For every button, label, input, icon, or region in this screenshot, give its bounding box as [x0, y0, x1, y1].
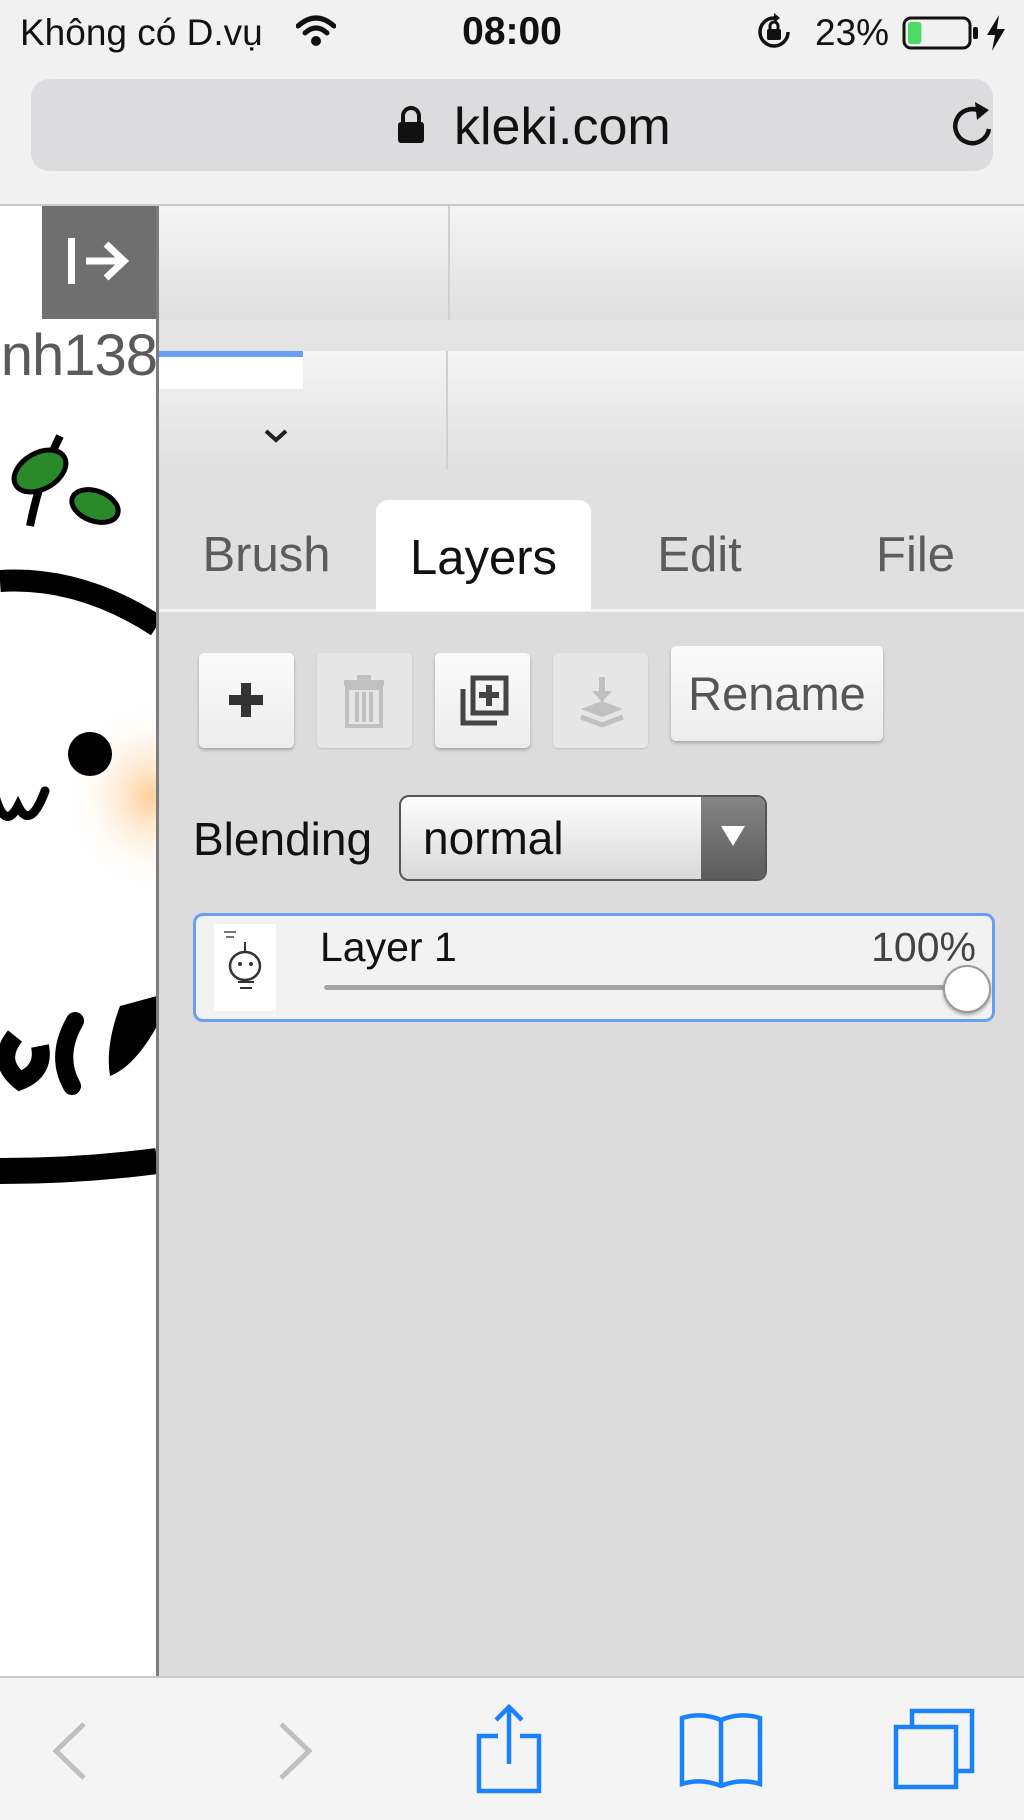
battery-percent: 23% [815, 12, 890, 53]
add-layer-button[interactable] [199, 653, 294, 748]
opacity-slider-track[interactable] [324, 985, 954, 990]
status-bar: Không có D.vụ 08:00 23% [0, 0, 1024, 66]
share-icon[interactable] [476, 1703, 542, 1799]
blending-label: Blending [193, 813, 373, 865]
collapse-panel-button[interactable] [42, 206, 157, 319]
bookmarks-icon[interactable] [678, 1710, 764, 1793]
back-icon[interactable] [50, 1720, 90, 1787]
username-text: nh138 [0, 323, 157, 388]
tab-file[interactable]: File [808, 500, 1023, 611]
plus-icon [229, 683, 263, 717]
layer-thumbnail [214, 924, 276, 1011]
trash-icon [344, 675, 384, 728]
browser-toolbar [0, 1676, 1024, 1820]
delete-layer-button[interactable] [317, 653, 412, 748]
select-arrow-button[interactable] [701, 797, 765, 879]
address-bar[interactable]: kleki.com [31, 79, 993, 171]
layer-opacity-value: 100% [871, 924, 976, 970]
layer-list-item[interactable]: Layer 1 100% [193, 913, 995, 1022]
toolbar-row-top [159, 206, 1024, 322]
loading-progress-fill [159, 351, 303, 357]
duplicate-icon [460, 675, 509, 726]
tab-edit[interactable]: Edit [592, 500, 807, 611]
triangle-down-icon [721, 826, 745, 846]
toolbar-divider [448, 206, 450, 320]
drawing-canvas[interactable]: nh138 [0, 206, 157, 1676]
reload-icon[interactable] [949, 99, 999, 156]
url-text: kleki.com [454, 98, 671, 156]
opacity-slider-thumb[interactable] [943, 965, 991, 1013]
duplicate-layer-button[interactable] [435, 653, 530, 748]
blending-mode-select[interactable]: normal [399, 795, 767, 881]
charging-icon [984, 14, 1008, 57]
toolbar-divider [446, 351, 448, 469]
merge-down-button[interactable] [553, 653, 648, 748]
tab-layers[interactable]: Layers [376, 500, 591, 611]
canvas-drawing [0, 434, 157, 1184]
toolbar-gap [159, 320, 1024, 351]
chevron-down-icon[interactable] [263, 428, 289, 449]
blending-mode-value: normal [423, 812, 564, 864]
layer-name: Layer 1 [320, 924, 457, 970]
arrow-right-bar-icon [66, 234, 130, 293]
tab-brush[interactable]: Brush [159, 500, 374, 611]
forward-icon[interactable] [275, 1720, 315, 1787]
rename-layer-button[interactable]: Rename [671, 646, 883, 741]
loading-progress [159, 351, 303, 389]
rotation-lock-icon [754, 12, 794, 57]
side-panel: Brush Layers Edit File Rename Blending n… [159, 206, 1024, 1676]
merge-down-icon [580, 677, 624, 728]
lock-icon [397, 106, 425, 149]
tabs-icon[interactable] [893, 1708, 975, 1795]
battery-icon [902, 16, 980, 55]
